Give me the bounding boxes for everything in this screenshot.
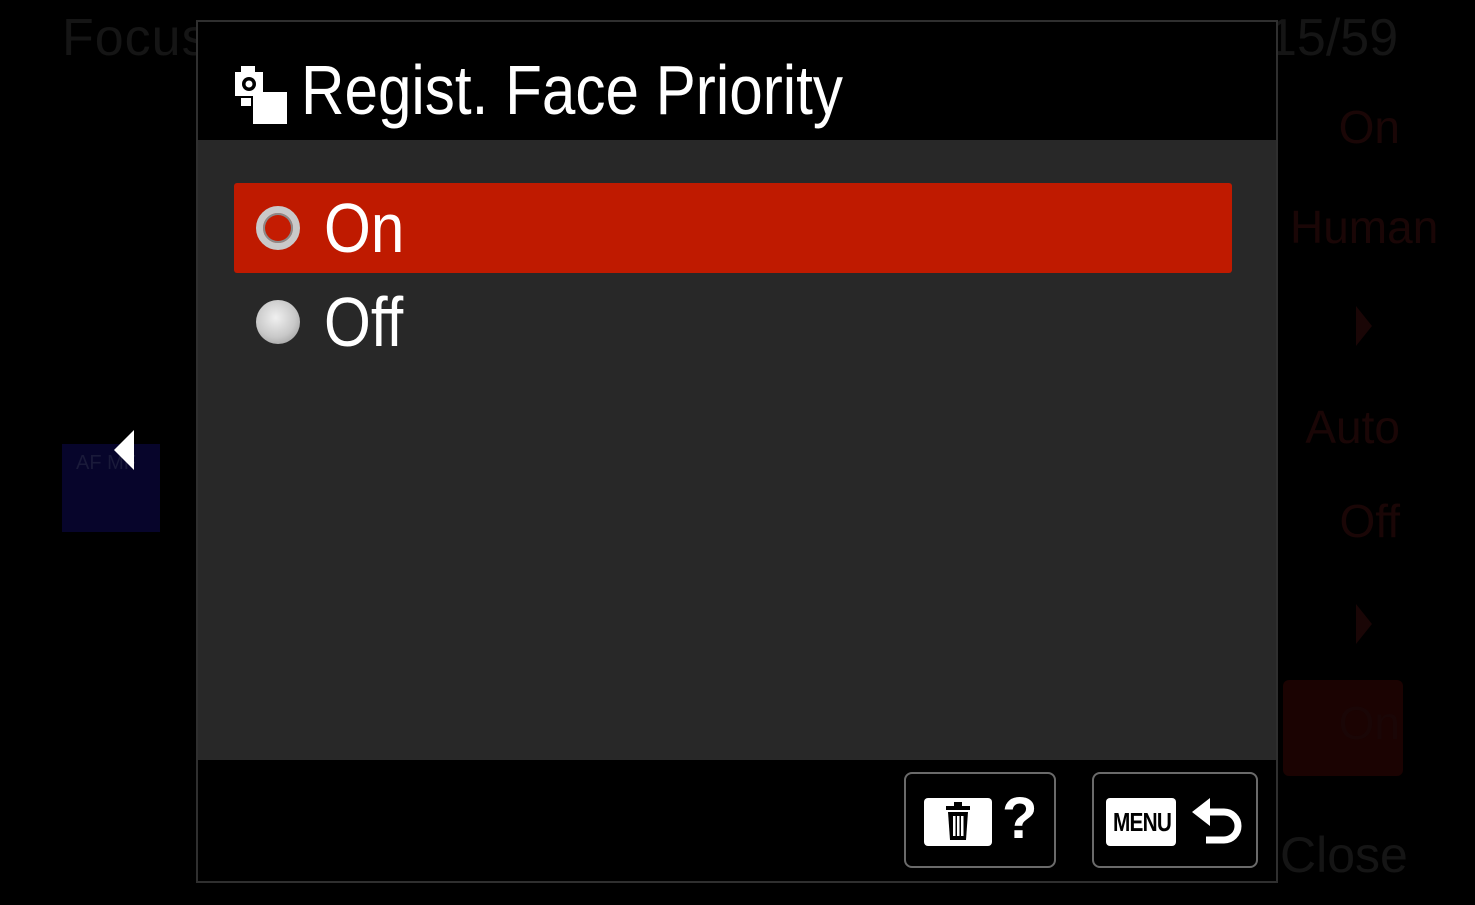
setting-dialog: Regist. Face Priority On Off ? MENU: [196, 20, 1278, 883]
submenu-arrow-icon: [1356, 306, 1372, 346]
page-indicator: 15/59: [1268, 9, 1399, 67]
trash-icon: [924, 798, 992, 846]
background-value: On: [1338, 101, 1400, 153]
options-panel: On Off: [198, 140, 1276, 760]
menu-back-button[interactable]: MENU: [1092, 772, 1258, 868]
option-on[interactable]: On: [234, 183, 1232, 273]
return-arrow-icon: [1192, 798, 1242, 844]
close-label: Close: [1280, 827, 1408, 883]
background-value: Off: [1339, 495, 1400, 547]
help-button[interactable]: ?: [904, 772, 1056, 868]
submenu-arrow-icon: [1356, 604, 1372, 644]
background-value: On: [1338, 697, 1400, 749]
registered-face-icon: [235, 66, 287, 124]
dialog-header: Regist. Face Priority: [198, 22, 1276, 140]
option-label: On: [324, 189, 405, 267]
option-off[interactable]: Off: [234, 277, 1232, 367]
menu-key-icon: MENU: [1106, 798, 1176, 846]
dialog-title: Regist. Face Priority: [301, 51, 843, 129]
background-value: Human: [1290, 201, 1439, 253]
radio-selected-icon: [256, 206, 300, 250]
radio-unselected-icon: [256, 300, 300, 344]
help-label: ?: [1002, 786, 1038, 851]
background-value: Auto: [1305, 401, 1400, 453]
option-label: Off: [324, 283, 404, 361]
left-arrow-icon[interactable]: [114, 430, 134, 470]
menu-key-label: MENU: [1113, 807, 1172, 837]
background-menu-title: Focus: [62, 9, 209, 67]
dialog-footer: ? MENU: [198, 760, 1276, 881]
